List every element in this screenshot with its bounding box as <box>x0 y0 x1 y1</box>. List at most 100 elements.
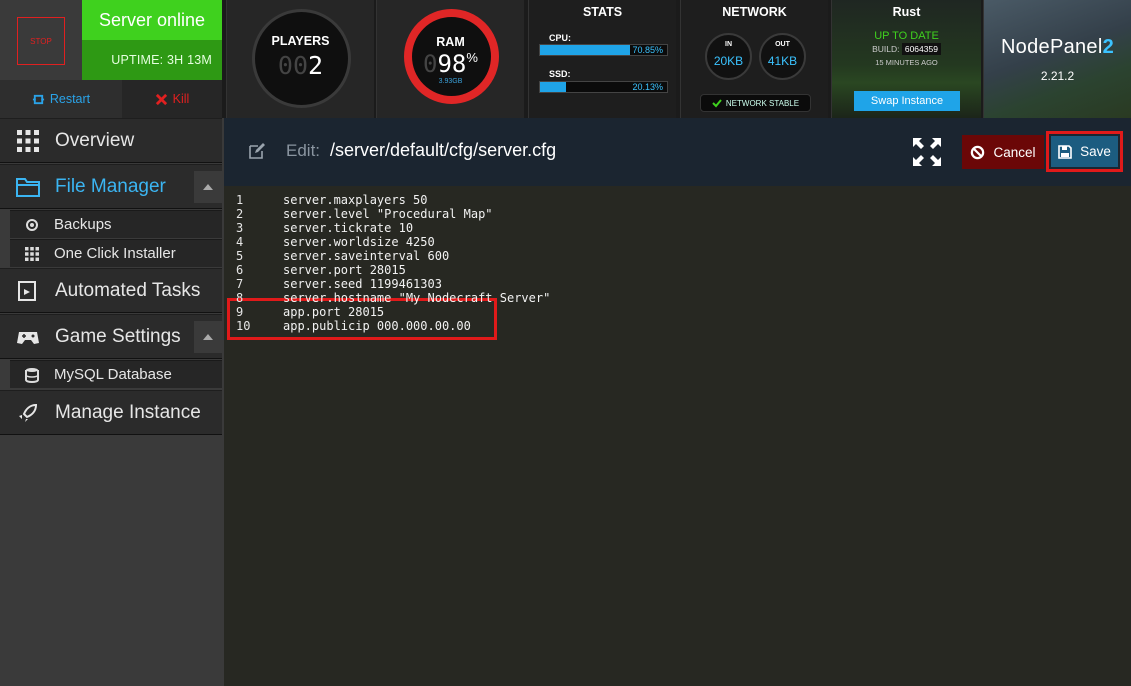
ram-percent: 098% <box>377 50 524 78</box>
cancel-label: Cancel <box>993 144 1036 160</box>
edit-label: Edit: <box>286 141 321 160</box>
players-count: 002 <box>227 51 374 80</box>
sidebar-item-one-click-installer[interactable]: One Click Installer <box>10 239 222 267</box>
ram-percent-unit: % <box>466 50 478 65</box>
line-code[interactable]: server.maxplayers 50 <box>283 193 428 207</box>
chevron-up-icon <box>203 334 213 340</box>
line-code[interactable]: server.tickrate 10 <box>283 221 413 235</box>
ban-icon <box>971 145 985 159</box>
restart-button[interactable]: Restart <box>0 80 122 118</box>
ram-percent-dim: 0 <box>423 50 438 78</box>
sidebar-item-label: Manage Instance <box>55 401 201 423</box>
line-code[interactable]: server.hostname "My Nodecraft Server" <box>283 291 550 305</box>
ssd-bar-fill <box>540 82 566 92</box>
code-line[interactable]: 1 server.maxplayers 50 <box>224 193 1131 207</box>
server-status: Server online <box>82 0 222 40</box>
network-stable-label: NETWORK STABLE <box>725 98 800 108</box>
sidebar-item-manage-instance[interactable]: Manage Instance <box>0 390 222 435</box>
collapse-toggle[interactable] <box>194 171 222 203</box>
ram-percent-value: 98 <box>437 50 467 78</box>
collapse-toggle[interactable] <box>194 321 222 353</box>
close-icon <box>155 93 167 105</box>
fullscreen-icon[interactable] <box>912 137 942 167</box>
code-editor[interactable]: 1 server.maxplayers 50 2 server.level "Proc… <box>224 186 1131 686</box>
edit-icon <box>249 143 265 159</box>
stats-panel: STATS CPU: 70.85% SSD: 20.13% <box>528 0 676 118</box>
grid-icon <box>25 246 39 261</box>
cancel-button[interactable]: Cancel <box>962 135 1044 169</box>
restart-label: Restart <box>49 92 91 106</box>
sidebar-item-backups[interactable]: Backups <box>10 210 222 238</box>
swap-instance-button[interactable]: Swap Instance <box>854 91 960 111</box>
code-line[interactable]: 5 server.saveinterval 600 <box>224 249 1131 263</box>
line-number: 8 <box>236 291 244 305</box>
line-number: 9 <box>236 305 244 319</box>
server-control: STOP Server online UPTIME: 3H 13M Restar… <box>0 0 222 118</box>
network-out-value: 41KB <box>767 54 798 68</box>
line-code[interactable]: server.level "Procedural Map" <box>283 207 493 221</box>
sidebar-item-label: File Manager <box>55 175 166 197</box>
line-code[interactable]: server.saveinterval 600 <box>283 249 449 263</box>
game-build: BUILD: 6064359 <box>832 43 981 55</box>
game-title: Rust <box>892 5 921 19</box>
code-line[interactable]: 2 server.level "Procedural Map" <box>224 207 1131 221</box>
code-line[interactable]: 9 app.port 28015 <box>224 305 1131 319</box>
cpu-bar: 70.85% <box>539 44 668 56</box>
game-update-status: UP TO DATE <box>874 30 939 42</box>
line-number: 1 <box>236 193 244 207</box>
ssd-label: SSD: <box>549 69 571 79</box>
network-in-value: 20KB <box>713 54 744 68</box>
rocket-icon <box>19 403 38 422</box>
ssd-bar: 20.13% <box>539 81 668 93</box>
code-line[interactable]: 3 server.tickrate 10 <box>224 221 1131 235</box>
sidebar-item-game-settings[interactable]: Game Settings <box>0 314 222 359</box>
ram-title: RAM <box>436 35 465 49</box>
stop-area: STOP <box>0 0 82 80</box>
check-icon <box>712 99 722 108</box>
calendar-refresh-icon <box>18 280 36 301</box>
sidebar-item-label: Backups <box>54 216 112 233</box>
cpu-label: CPU: <box>549 33 571 43</box>
server-uptime: UPTIME: 3H 13M <box>82 40 222 80</box>
database-icon <box>25 367 39 383</box>
brand-version: 2.21.2 <box>1040 69 1075 83</box>
game-panel: Rust UP TO DATE BUILD: 6064359 15 MINUTE… <box>831 0 981 118</box>
line-number: 2 <box>236 207 244 221</box>
line-code[interactable]: server.seed 1199461303 <box>283 277 442 291</box>
ram-used: 3.93GB <box>438 78 463 85</box>
nodepanel-app: STOP Server online UPTIME: 3H 13M Restar… <box>0 0 1131 686</box>
cloud-icon <box>26 218 38 231</box>
stats-title: STATS <box>582 5 623 19</box>
ram-panel: RAM 098% 3.93GB <box>376 0 524 118</box>
kill-label: Kill <box>172 92 190 106</box>
line-number: 7 <box>236 277 244 291</box>
kill-button[interactable]: Kill <box>122 80 222 118</box>
code-line[interactable]: 6 server.port 28015 <box>224 263 1131 277</box>
network-out-label: OUT <box>775 41 790 48</box>
save-button[interactable]: Save <box>1051 136 1118 167</box>
code-line[interactable]: 8 server.hostname "My Nodecraft Server" <box>224 291 1131 305</box>
sidebar-item-overview[interactable]: Overview <box>0 118 222 163</box>
sidebar-item-file-manager[interactable]: File Manager <box>0 164 222 209</box>
code-line[interactable]: 10 app.publicip 000.000.00.00 <box>224 319 1131 333</box>
line-code[interactable]: server.port 28015 <box>283 263 406 277</box>
restart-icon <box>32 94 44 104</box>
floppy-icon <box>1058 144 1072 159</box>
network-in-label: IN <box>725 41 732 48</box>
players-title: PLAYERS <box>271 34 330 48</box>
build-label: BUILD: <box>872 44 900 54</box>
network-panel: NETWORK IN 20KB OUT 41KB NETWORK STABLE <box>680 0 828 118</box>
line-code[interactable]: server.worldsize 4250 <box>283 235 435 249</box>
line-code[interactable]: app.publicip 000.000.00.00 <box>283 319 471 333</box>
chevron-up-icon <box>203 184 213 190</box>
sidebar-item-mysql-database[interactable]: MySQL Database <box>10 360 222 388</box>
sidebar-item-automated-tasks[interactable]: Automated Tasks <box>0 268 222 313</box>
code-line[interactable]: 4 server.worldsize 4250 <box>224 235 1131 249</box>
stop-button[interactable]: STOP <box>17 17 65 65</box>
line-code[interactable]: app.port 28015 <box>283 305 384 319</box>
ssd-value: 20.13% <box>632 82 663 92</box>
code-line[interactable]: 7 server.seed 1199461303 <box>224 277 1131 291</box>
brand-number: 2 <box>1102 36 1115 58</box>
players-panel: PLAYERS 002 <box>226 0 374 118</box>
sidebar-item-label: One Click Installer <box>54 245 176 262</box>
